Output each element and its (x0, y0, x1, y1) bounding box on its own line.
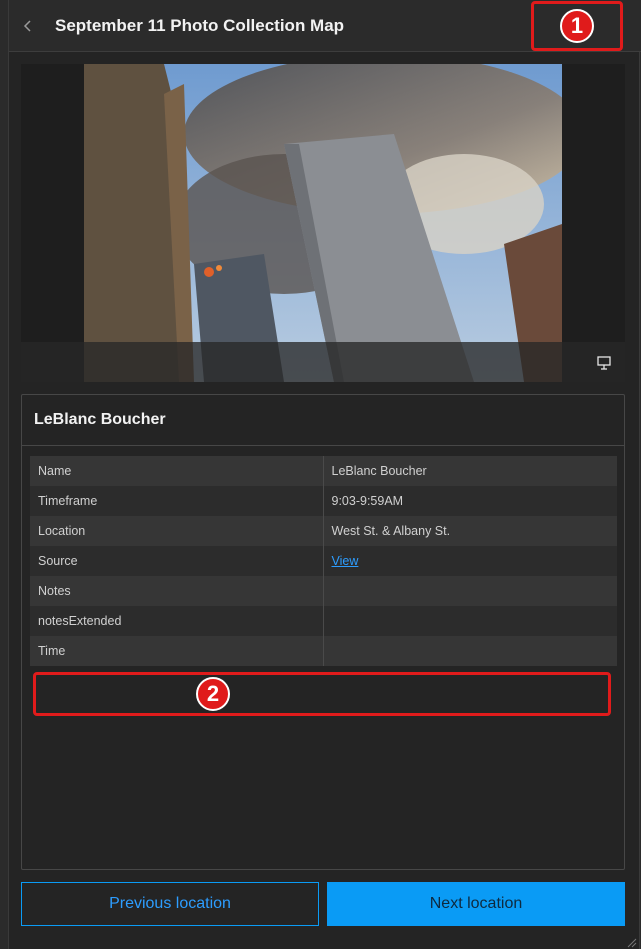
presentation-icon[interactable] (593, 352, 615, 374)
annotation-badge-2: 2 (196, 677, 230, 711)
attribute-name: Notes (30, 576, 324, 606)
table-row: Name LeBlanc Boucher (30, 456, 617, 486)
attachment-photo[interactable] (84, 64, 562, 382)
attribute-value (323, 606, 617, 636)
attribute-name: Location (30, 516, 324, 546)
attribute-value: View (323, 546, 617, 576)
attribute-name: notesExtended (30, 606, 324, 636)
chevron-left-icon (23, 19, 31, 32)
photo-image (84, 64, 562, 382)
attribute-value: West St. & Albany St. (323, 516, 617, 546)
annotation-badge-1: 1 (560, 9, 594, 43)
table-row: Notes (30, 576, 617, 606)
attribute-name: Source (30, 546, 324, 576)
table-row: Source View (30, 546, 617, 576)
attribute-name: Time (30, 636, 324, 666)
feature-title: LeBlanc Boucher (22, 395, 624, 446)
resize-grip-icon[interactable] (625, 935, 637, 948)
table-row: Time (30, 636, 617, 666)
annotation-box-2 (33, 672, 611, 716)
media-toolbar (21, 342, 625, 382)
previous-location-button[interactable]: Previous location (21, 882, 319, 926)
photo-viewer (21, 64, 625, 382)
table-row: notesExtended (30, 606, 617, 636)
attribute-name: Name (30, 456, 324, 486)
table-row: Location West St. & Albany St. (30, 516, 617, 546)
feature-card: LeBlanc Boucher Name LeBlanc Boucher Tim… (21, 394, 625, 870)
page-title: September 11 Photo Collection Map (55, 15, 345, 35)
back-button[interactable] (9, 0, 47, 52)
next-location-button[interactable]: Next location (327, 882, 625, 926)
attribute-name: Timeframe (30, 486, 324, 516)
popup-panel: September 11 Photo Collection Map LeBlan… (8, 0, 641, 949)
attribute-value (323, 636, 617, 666)
attribute-value: LeBlanc Boucher (323, 456, 617, 486)
attribute-table: Name LeBlanc Boucher Timeframe 9:03-9:59… (30, 456, 617, 666)
table-row: Timeframe 9:03-9:59AM (30, 486, 617, 516)
attribute-value (323, 576, 617, 606)
attribute-value: 9:03-9:59AM (323, 486, 617, 516)
source-view-link[interactable]: View (332, 554, 359, 568)
